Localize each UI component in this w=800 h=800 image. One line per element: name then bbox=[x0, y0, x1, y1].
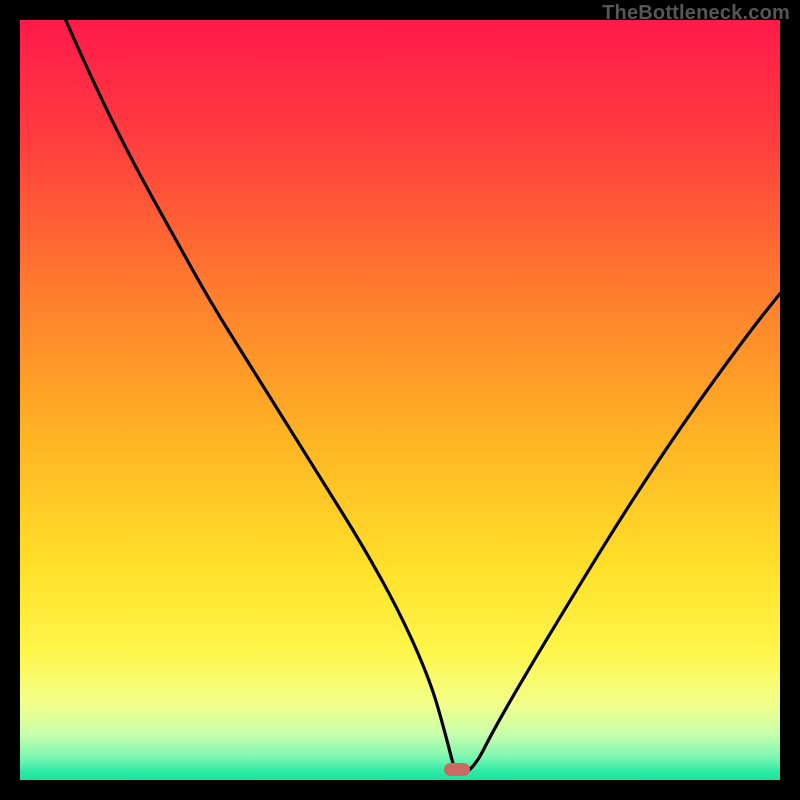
plot-area bbox=[20, 20, 780, 780]
chart-frame: TheBottleneck.com bbox=[0, 0, 800, 800]
optimal-marker bbox=[444, 763, 470, 776]
bottleneck-curve bbox=[20, 20, 780, 780]
